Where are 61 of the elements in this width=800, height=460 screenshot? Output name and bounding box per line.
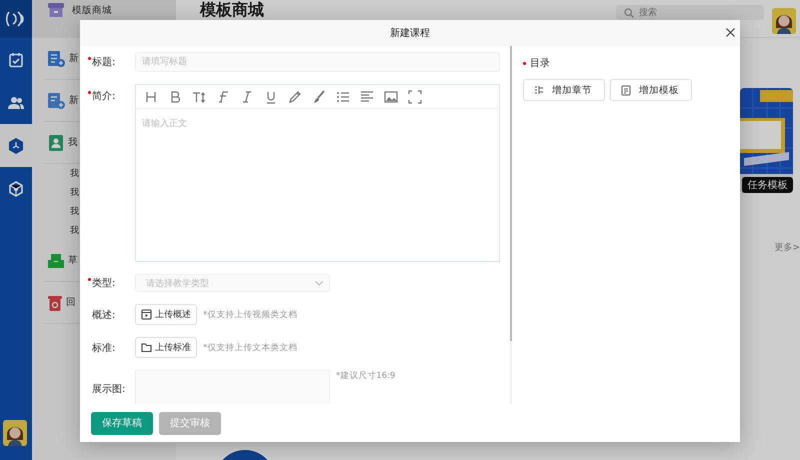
document-add-icon <box>48 92 65 108</box>
text-size-icon[interactable] <box>192 90 206 104</box>
trash-icon <box>48 294 62 310</box>
field-label: 类型: <box>88 276 116 290</box>
catalog-label: 目录 <box>523 56 550 70</box>
field-label: 简介: <box>88 89 116 103</box>
template-card[interactable]: 任务模板 <box>740 88 793 193</box>
sidebar-subitem[interactable]: 我 <box>32 202 80 221</box>
field-label: 展示图: <box>91 383 126 396</box>
size-hint: *建议尺寸16:9 <box>336 370 396 382</box>
sidebar-label: 草 <box>68 254 78 267</box>
card-caption: 任务模板 <box>742 177 793 193</box>
people-icon <box>8 96 24 110</box>
font-icon[interactable] <box>216 90 230 104</box>
close-icon[interactable] <box>725 27 736 38</box>
sidebar-label: 新 <box>69 94 79 107</box>
header-background <box>32 20 80 38</box>
align-left-icon[interactable] <box>360 90 374 104</box>
sections-icon <box>534 85 544 95</box>
editor-placeholder: 请输入正文 <box>141 118 188 131</box>
sidebar-label: 我 <box>68 136 78 149</box>
heading-icon[interactable] <box>144 90 158 104</box>
pencil-icon[interactable] <box>288 90 302 104</box>
sidebar-subitem[interactable]: 我 <box>32 221 80 240</box>
store-icon <box>48 3 64 17</box>
field-label: 概述: <box>91 308 116 322</box>
contact-card-icon <box>48 134 64 150</box>
avatar[interactable] <box>3 420 27 446</box>
sidebar-item[interactable]: 模版商城 <box>32 0 176 20</box>
title-field[interactable]: 请填写标题 <box>135 52 500 72</box>
image-icon[interactable] <box>384 90 398 104</box>
list-add-icon <box>48 50 65 66</box>
underline-icon[interactable] <box>264 90 278 104</box>
fullscreen-icon[interactable] <box>408 90 422 104</box>
hexagon-icon <box>8 136 24 154</box>
chevron-down-icon <box>315 280 323 286</box>
folder-icon <box>141 342 152 353</box>
search-icon <box>624 8 634 18</box>
page-title: 模板商城 <box>200 1 264 19</box>
sidebar-label: 模版商城 <box>72 4 112 16</box>
brush-icon[interactable] <box>312 90 326 104</box>
catalog-button[interactable]: 增加模板 <box>610 79 692 101</box>
calendar-check-icon <box>8 52 24 68</box>
sidebar-subitem[interactable]: 我 <box>32 164 80 183</box>
avatar[interactable] <box>772 8 796 34</box>
upload-button[interactable]: 上传概述 <box>135 304 197 325</box>
catalog-button[interactable]: 增加章节 <box>523 79 605 101</box>
dialog-title: 新建课程 <box>390 26 430 40</box>
italic-icon[interactable] <box>240 90 254 104</box>
list-icon[interactable] <box>336 90 350 104</box>
inbox-icon <box>48 254 64 268</box>
sidebar-label: 回 <box>66 296 76 309</box>
sidebar-label: 新 <box>69 52 79 65</box>
upload-button[interactable]: 上传标准 <box>135 337 197 358</box>
upload-hint: *仅支持上传视频类文档 <box>203 308 298 320</box>
field-label: 标题: <box>88 55 116 69</box>
upload-hint: *仅支持上传文本类文档 <box>203 342 298 354</box>
video-file-icon <box>141 309 152 320</box>
document-icon <box>621 84 631 96</box>
sidebar-subitem[interactable]: 我 <box>32 183 80 202</box>
field-label: 标准: <box>91 342 116 354</box>
